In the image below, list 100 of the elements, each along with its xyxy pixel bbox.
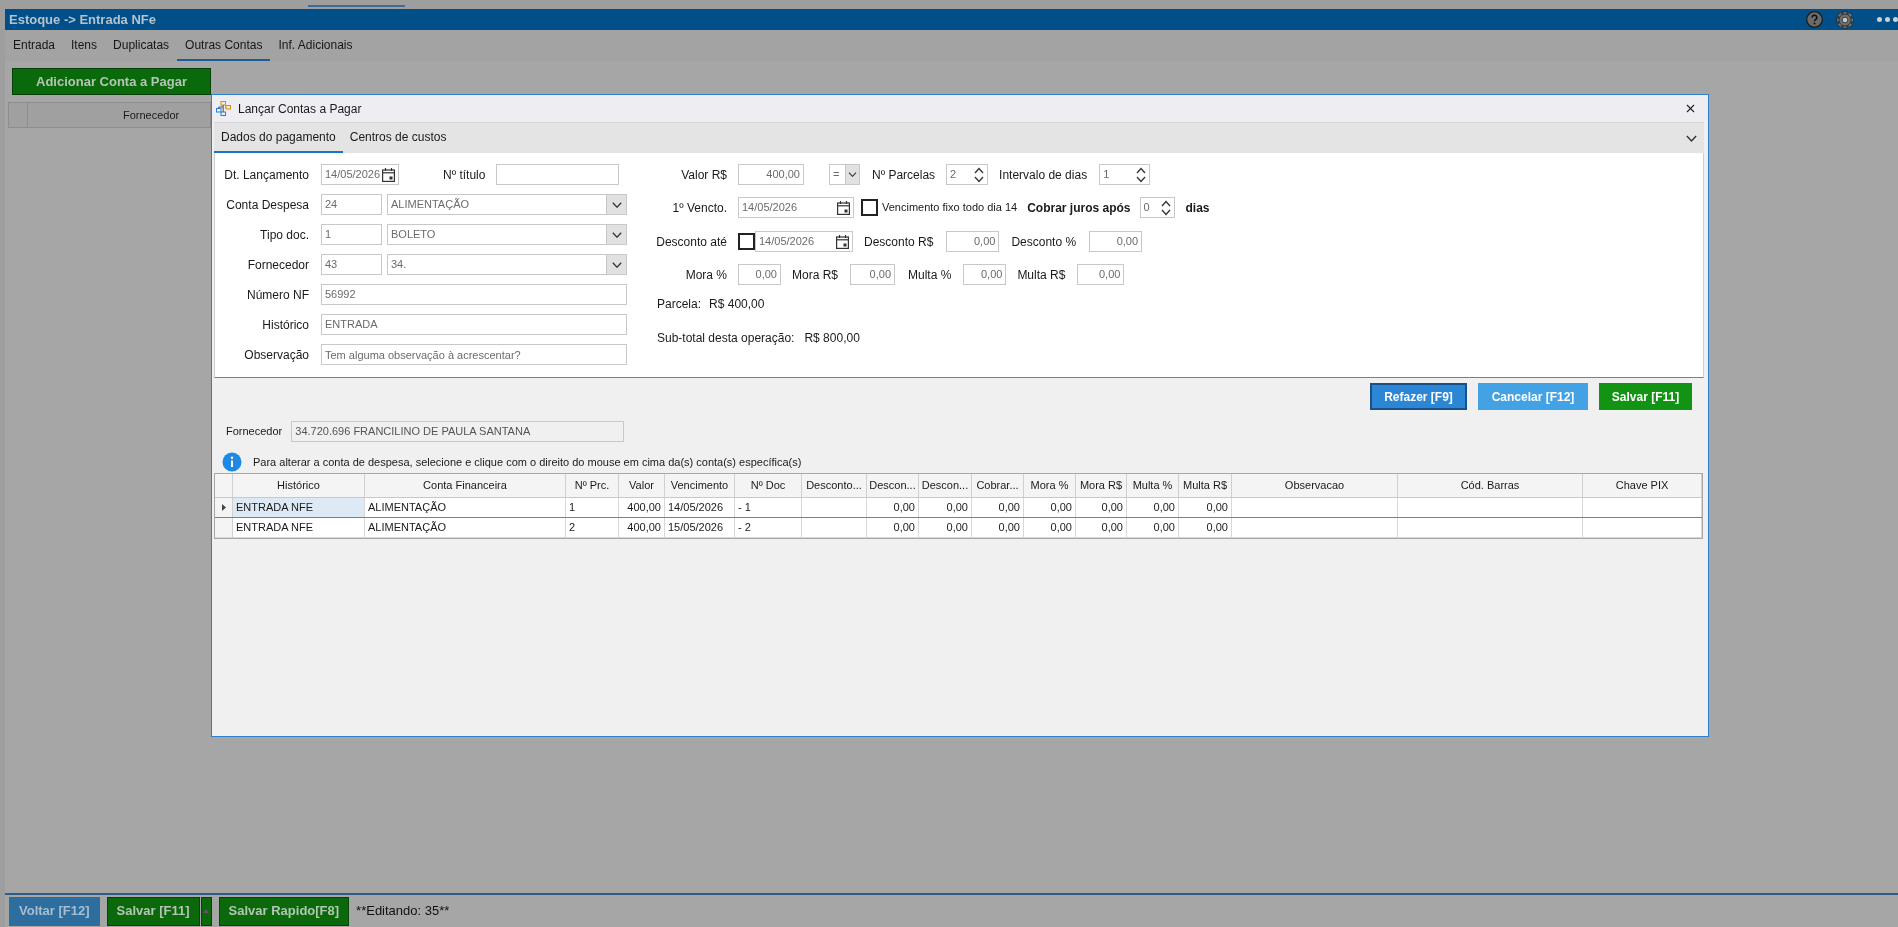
row-header[interactable] — [215, 498, 233, 517]
input-field[interactable]: 0,00 — [850, 264, 895, 285]
input-field[interactable]: 0,00 — [1089, 231, 1143, 252]
column-header[interactable]: Descon... — [919, 474, 972, 497]
tab[interactable]: Duplicatas — [105, 30, 178, 61]
column-header[interactable]: Vencimento — [665, 474, 735, 497]
field-label: Tipo doc. — [259, 226, 309, 244]
column-header[interactable]: Cobrar... — [972, 474, 1024, 497]
input-field[interactable]: 1 — [321, 224, 382, 245]
info-icon — [222, 452, 242, 472]
input-field[interactable]: 0,00 — [963, 264, 1007, 285]
field-label: Intervalo de dias — [999, 166, 1088, 184]
column-header[interactable]: Desconto... — [802, 474, 867, 497]
column-header[interactable]: Nº Doc — [735, 474, 802, 497]
date-field[interactable]: 14/05/2026 — [321, 164, 399, 185]
checkbox[interactable] — [861, 199, 878, 216]
table-cell: ENTRADA NFE — [233, 498, 365, 517]
spin-arrows-icon[interactable] — [974, 166, 985, 183]
redo-button[interactable]: Refazer [F9] — [1370, 383, 1467, 410]
chevron-down-icon[interactable] — [1686, 134, 1697, 142]
input-field[interactable]: Tem alguma observação à acrescentar? — [321, 344, 627, 365]
spin-arrows-icon[interactable] — [1136, 166, 1147, 183]
field-label: Observação — [243, 346, 309, 364]
field-label: Nº Parcelas — [872, 166, 936, 184]
tab[interactable]: Centros de custos — [342, 123, 454, 153]
checkbox[interactable] — [738, 233, 755, 250]
table-cell: 0,00 — [919, 518, 972, 537]
input-field[interactable]: 400,00 — [738, 164, 804, 185]
column-header[interactable]: Mora R$ — [1076, 474, 1127, 497]
column-header[interactable]: Multa % — [1127, 474, 1179, 497]
info-text: Para alterar a conta de despesa, selecione e clique com o direito do mouse em cima da(s) conta(s) específica(s) — [253, 454, 802, 470]
table-cell: 0,00 — [1024, 518, 1076, 537]
dropdown-field[interactable]: BOLETO — [387, 224, 627, 245]
date-field[interactable]: 14/05/2026 — [755, 231, 853, 252]
table-cell: 15/05/2026 — [665, 518, 735, 537]
column-header[interactable]: Mora % — [1024, 474, 1076, 497]
dropdown-field[interactable]: ALIMENTAÇÃO — [387, 194, 627, 215]
hierarchy-icon — [216, 101, 231, 116]
chevron-down-icon[interactable] — [611, 231, 622, 238]
table-cell: 0,00 — [1179, 518, 1232, 537]
column-header[interactable]: Histórico — [233, 474, 365, 497]
column-header[interactable]: Conta Financeira — [365, 474, 566, 497]
spin-arrows-icon[interactable] — [1160, 199, 1171, 216]
tab[interactable]: Inf. Adicionais — [270, 30, 361, 61]
calendar-icon[interactable] — [836, 234, 849, 249]
column-header[interactable]: Nº Prc. — [566, 474, 619, 497]
field-label: Conta Despesa — [225, 196, 309, 214]
column-header[interactable]: Observacao — [1232, 474, 1398, 497]
column-header[interactable]: Chave PIX — [1583, 474, 1702, 497]
operator-dropdown[interactable]: = — [829, 164, 860, 185]
input-field[interactable]: ENTRADA — [321, 314, 627, 335]
column-header[interactable]: Valor — [619, 474, 665, 497]
table-cell: ALIMENTAÇÃO — [365, 498, 566, 517]
field-label: Multa % — [908, 266, 952, 284]
close-icon[interactable] — [1684, 102, 1697, 115]
column-header[interactable]: Cód. Barras — [1398, 474, 1583, 497]
table-row[interactable]: ENTRADA NFE ALIMENTAÇÃO 2 400,00 15/05/2026 - 2 0,00 0,00 0,00 0,00 0,00 0,00 0,00 — [215, 518, 1702, 538]
input-field[interactable]: 34.720.696 FRANCILINO DE PAULA SANTANA — [291, 421, 625, 442]
input-field[interactable] — [496, 164, 620, 185]
tab[interactable]: Itens — [63, 30, 106, 61]
column-header[interactable]: Fornecedor — [28, 103, 210, 127]
table-cell: 0,00 — [1179, 498, 1232, 517]
add-button[interactable]: Adicionar Conta a Pagar — [12, 68, 211, 95]
spin-field[interactable]: 0 — [1139, 197, 1175, 218]
input-field[interactable]: 0,00 — [946, 231, 1000, 252]
status-text: **Editando: 35** — [356, 902, 450, 921]
calendar-icon[interactable] — [382, 167, 395, 182]
dropdown-field[interactable]: 34. — [387, 254, 627, 275]
chevron-down-icon[interactable] — [611, 261, 622, 268]
caret-up-icon — [203, 909, 210, 913]
date-field[interactable]: 14/05/2026 — [738, 197, 854, 218]
help-icon[interactable] — [1806, 11, 1823, 28]
chevron-down-icon[interactable] — [611, 201, 622, 208]
field-label: Desconto até — [655, 233, 727, 251]
table-cell: - 1 — [735, 498, 802, 517]
spin-field[interactable]: 2 — [946, 164, 989, 185]
table-cell: 0,00 — [1127, 518, 1179, 537]
save-button[interactable]: Salvar [F11] — [1599, 383, 1692, 410]
table-cell: 400,00 — [619, 518, 665, 537]
calendar-icon[interactable] — [837, 200, 850, 215]
save-button[interactable]: Salvar Rapido[F8] — [218, 896, 350, 926]
window-title: Estoque -> Entrada NFe — [9, 10, 156, 29]
input-field[interactable]: 43 — [321, 254, 382, 275]
dropdown-toggle[interactable] — [200, 896, 212, 926]
input-field[interactable]: 24 — [321, 194, 382, 215]
checkbox-label: Vencimento fixo todo dia 14 — [882, 200, 1018, 216]
field-label: Mora R$ — [792, 266, 838, 284]
input-field[interactable]: 56992 — [321, 284, 627, 305]
tab[interactable]: Entrada — [5, 30, 64, 61]
more-icon[interactable] — [1877, 17, 1898, 22]
column-header[interactable]: Descon... — [867, 474, 919, 497]
input-field[interactable]: 0,00 — [738, 264, 781, 285]
chevron-down-icon[interactable] — [848, 172, 857, 177]
column-header[interactable]: Multa R$ — [1179, 474, 1232, 497]
table-row[interactable]: ENTRADA NFE ALIMENTAÇÃO 1 400,00 14/05/2026 - 1 0,00 0,00 0,00 0,00 0,00 0,00 0,00 — [215, 498, 1702, 518]
settings-icon[interactable] — [1836, 10, 1854, 29]
spin-field[interactable]: 1 — [1099, 164, 1151, 185]
input-field[interactable]: 0,00 — [1077, 264, 1125, 285]
table-cell: 0,00 — [972, 518, 1024, 537]
save-button[interactable]: Salvar [F11] — [106, 896, 200, 926]
